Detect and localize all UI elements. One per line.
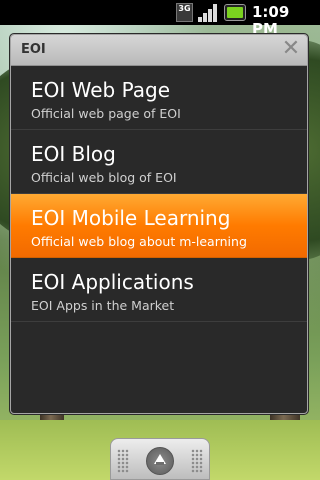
close-icon[interactable]: ✕ [281, 38, 301, 60]
list-item-eoi-mobile-learning[interactable]: EOI Mobile Learning Official web blog ab… [11, 194, 307, 258]
grip-dots-left [117, 449, 129, 473]
list-item-eoi-web-page[interactable]: EOI Web Page Official web page of EOI [11, 66, 307, 130]
status-time: 1:09 PM [252, 3, 290, 38]
dialog-title: EOI [21, 42, 46, 57]
item-subtitle: Official web page of EOI [31, 106, 181, 121]
list-item-eoi-blog[interactable]: EOI Blog Official web blog of EOI [11, 130, 307, 194]
item-title: EOI Web Page [31, 78, 171, 102]
3g-icon: 3G [176, 3, 193, 22]
dialog-list: EOI Web Page Official web page of EOI EO… [11, 66, 307, 322]
signal-icon [198, 3, 220, 22]
item-title: EOI Mobile Learning [31, 206, 231, 230]
battery-icon [224, 4, 246, 21]
app-drawer-handle[interactable] [110, 438, 210, 480]
dialog-header: EOI ✕ [11, 35, 307, 66]
status-bar: 3G 1:09 PM [0, 0, 320, 38]
item-subtitle: Official web blog about m-learning [31, 234, 247, 249]
grip-dots-right [191, 449, 203, 473]
item-title: EOI Blog [31, 142, 116, 166]
eoi-dialog: EOI ✕ EOI Web Page Official web page of … [10, 34, 308, 414]
item-title: EOI Applications [31, 270, 194, 294]
item-subtitle: EOI Apps in the Market [31, 298, 175, 313]
item-subtitle: Official web blog of EOI [31, 170, 177, 185]
arrow-up-icon [146, 447, 174, 475]
list-item-eoi-applications[interactable]: EOI Applications EOI Apps in the Market [11, 258, 307, 322]
